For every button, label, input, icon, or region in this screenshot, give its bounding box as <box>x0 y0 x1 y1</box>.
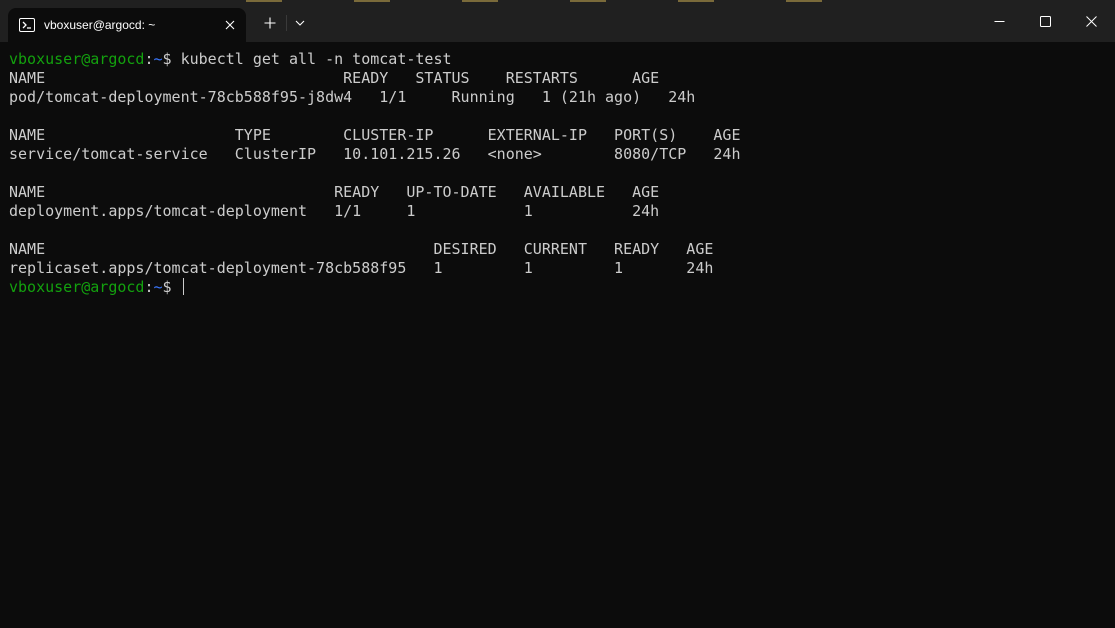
output-line: service/tomcat-service ClusterIP 10.101.… <box>9 145 741 163</box>
terminal-output[interactable]: vboxuser@argocd:~$ kubectl get all -n to… <box>0 42 1115 628</box>
powershell-icon <box>19 17 35 33</box>
chevron-down-icon <box>295 20 305 26</box>
text-cursor <box>182 278 184 295</box>
prompt-user-host: vboxuser@argocd <box>9 278 145 296</box>
prompt-separator: : <box>144 278 154 296</box>
close-icon <box>1085 15 1097 27</box>
prompt-line-current[interactable]: vboxuser@argocd:~$ <box>9 278 1115 297</box>
terminal-window: vboxuser@argocd: ~ vboxuser@argocd:~$ ku… <box>0 0 1115 628</box>
close-tab-icon[interactable] <box>222 17 238 33</box>
prompt-line-command: vboxuser@argocd:~$ kubectl get all -n to… <box>9 50 1115 69</box>
output-line: replicaset.apps/tomcat-deployment-78cb58… <box>9 259 714 277</box>
minimize-button[interactable] <box>976 0 1022 42</box>
maximize-button[interactable] <box>1022 0 1068 42</box>
plus-icon <box>264 17 276 29</box>
new-tab-button[interactable] <box>259 12 281 34</box>
output-line: NAME TYPE CLUSTER-IP EXTERNAL-IP PORT(S)… <box>9 126 741 144</box>
prompt-path: ~ <box>153 278 163 296</box>
tab-separator <box>286 15 287 31</box>
command-text: kubectl get all -n tomcat-test <box>180 50 452 68</box>
output-line: deployment.apps/tomcat-deployment 1/1 1 … <box>9 202 660 220</box>
prompt-symbol: $ <box>162 278 181 296</box>
profiles-dropdown-button[interactable] <box>291 13 309 33</box>
output-line: pod/tomcat-deployment-78cb588f95-j8dw4 1… <box>9 88 696 106</box>
output-line: NAME READY STATUS RESTARTS AGE <box>9 69 660 87</box>
maximize-icon <box>1039 15 1051 27</box>
tab-title: vboxuser@argocd: ~ <box>44 18 156 32</box>
output-line: NAME DESIRED CURRENT READY AGE <box>9 240 714 258</box>
output-line: NAME READY UP-TO-DATE AVAILABLE AGE <box>9 183 660 201</box>
prompt-separator: : <box>144 50 154 68</box>
prompt-user-host: vboxuser@argocd <box>9 50 145 68</box>
prompt-symbol: $ <box>162 50 181 68</box>
title-bar: vboxuser@argocd: ~ <box>0 0 1115 42</box>
close-window-button[interactable] <box>1068 0 1114 42</box>
minimize-icon <box>994 20 1004 22</box>
prompt-path: ~ <box>153 50 163 68</box>
tab-active[interactable]: vboxuser@argocd: ~ <box>8 8 246 42</box>
top-stripes <box>0 0 1115 2</box>
